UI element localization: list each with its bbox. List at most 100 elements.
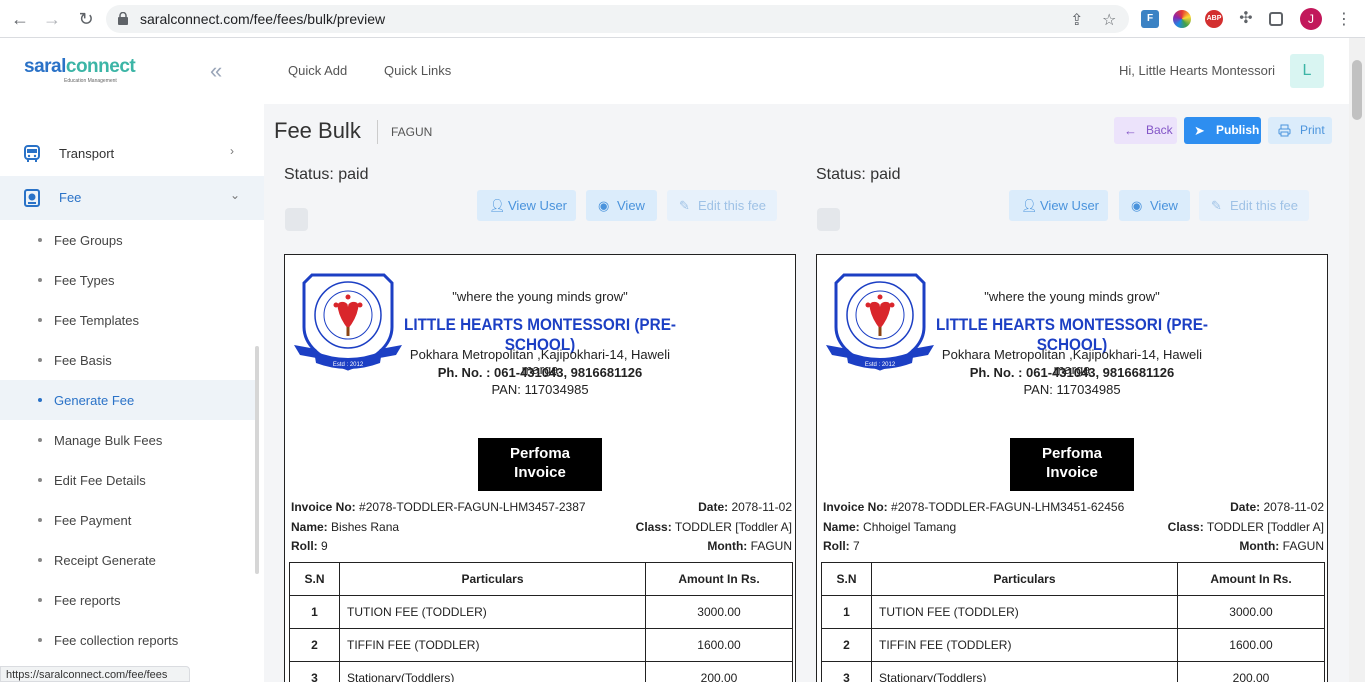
- collapse-sidebar-icon[interactable]: «: [210, 58, 222, 84]
- student-name: Name: Chhoigel Tamang: [823, 520, 957, 534]
- invoice-month: Month: FAGUN: [1239, 539, 1324, 553]
- extension-icon[interactable]: F: [1141, 10, 1159, 28]
- top-navbar: Quick Add Quick Links Hi, Little Hearts …: [264, 38, 1349, 104]
- school-seal-logo: Estd : 2012: [294, 273, 402, 371]
- school-phone: Ph. No. : 061-431043, 9816681126: [437, 365, 643, 380]
- bullet-dot: [38, 398, 42, 402]
- sidebar-item-fee-payment[interactable]: Fee Payment: [0, 500, 258, 540]
- arrow-left-icon: ←: [1124, 123, 1137, 138]
- bullet-dot: [38, 518, 42, 522]
- eye-icon: ◉: [1131, 198, 1143, 213]
- eye-icon: ◉: [598, 198, 610, 213]
- print-button[interactable]: Print: [1268, 117, 1332, 144]
- printer-icon: [1278, 124, 1291, 137]
- back-arrow-icon[interactable]: ←: [10, 9, 30, 29]
- chevron-right-icon: ›: [230, 144, 234, 158]
- school-motto: "where the young minds grow": [452, 289, 628, 304]
- sidebar-item-fee-collection-reports[interactable]: Fee collection reports: [0, 620, 258, 660]
- table-row: 3 Stationary(Toddlers) 200.00: [821, 661, 1325, 682]
- page-header: Fee Bulk FAGUN ← Back ➤ Publish Print: [264, 104, 1349, 156]
- browser-toolbar: ← → ↻ saralconnect.com/fee/fees/bulk/pre…: [0, 0, 1365, 38]
- invoice-number: Invoice No: #2078-TODDLER-FAGUN-LHM3451-…: [823, 500, 1125, 514]
- sidebar-scrollbar[interactable]: [255, 346, 259, 574]
- svg-text:Estd : 2012: Estd : 2012: [333, 362, 364, 368]
- pencil-icon: ✎: [679, 198, 690, 213]
- student-name: Name: Bishes Rana: [291, 520, 400, 534]
- school-seal-logo: Estd : 2012: [826, 273, 934, 371]
- lock-icon: [118, 12, 128, 25]
- sidebar-item-generate-fee[interactable]: Generate Fee: [0, 380, 258, 420]
- user-avatar[interactable]: L: [1290, 54, 1324, 88]
- invoice-number: Invoice No: #2078-TODDLER-FAGUN-LHM3457-…: [291, 500, 586, 514]
- school-pan: PAN: 117034985: [1023, 382, 1121, 397]
- sidebar-item-fee-reports[interactable]: Fee reports: [0, 580, 258, 620]
- user-icon: 👤︎: [489, 198, 506, 213]
- view-button[interactable]: ◉ View: [586, 190, 657, 221]
- view-user-button[interactable]: 👤︎ View User: [1009, 190, 1108, 221]
- fee-table: S.N Particulars Amount In Rs. 1 TUTION FE…: [289, 562, 793, 682]
- status-label: Status: paid: [284, 166, 369, 183]
- sidebar-item-fee-types[interactable]: Fee Types: [0, 260, 258, 300]
- back-button[interactable]: ← Back: [1114, 117, 1177, 144]
- bookmark-star-icon[interactable]: ☆: [1102, 10, 1116, 30]
- table-row: 3 Stationary(Toddlers) 200.00: [289, 661, 793, 682]
- url-text: saralconnect.com/fee/fees/bulk/preview: [140, 11, 386, 27]
- table-row: 2 TIFFIN FEE (TODDLER) 1600.00: [289, 628, 793, 662]
- sidebar-item-fee-groups[interactable]: Fee Groups: [0, 220, 258, 260]
- logo-subtitle: Education Management: [64, 78, 117, 84]
- sidebar-item-manage-bulk-fees[interactable]: Manage Bulk Fees: [0, 420, 258, 460]
- student-roll: Roll: 9: [291, 539, 328, 553]
- status-label: Status: paid: [816, 166, 901, 183]
- table-row: 1 TUTION FEE (TODDLER) 3000.00: [821, 595, 1325, 629]
- sidebar-item-edit-fee-details[interactable]: Edit Fee Details: [0, 460, 258, 500]
- page-subtitle: FAGUN: [391, 125, 433, 139]
- invoice-document: Estd : 2012 "where the young minds grow"…: [816, 254, 1328, 682]
- profile-avatar[interactable]: J: [1300, 8, 1322, 30]
- forward-arrow-icon[interactable]: →: [42, 9, 62, 29]
- quick-links-link[interactable]: Quick Links: [384, 63, 451, 78]
- sidebar-item-fee[interactable]: Fee ⌄: [0, 176, 264, 220]
- publish-button[interactable]: ➤ Publish: [1184, 117, 1261, 144]
- puzzle-extensions-icon[interactable]: ✣: [1237, 10, 1255, 28]
- pencil-icon: ✎: [1211, 198, 1222, 213]
- reload-icon[interactable]: ↻: [76, 9, 96, 29]
- adblock-icon[interactable]: ABP: [1205, 10, 1223, 28]
- invoice-month: Month: FAGUN: [707, 539, 792, 553]
- more-menu-icon[interactable]: ⋮: [1336, 9, 1352, 29]
- school-phone: Ph. No. : 061-431043, 9816681126: [969, 365, 1175, 380]
- bullet-dot: [38, 318, 42, 322]
- edit-fee-button[interactable]: ✎ Edit this fee: [1199, 190, 1309, 221]
- select-checkbox[interactable]: [817, 208, 840, 231]
- scrollbar-thumb[interactable]: [1352, 60, 1362, 120]
- bullet-dot: [38, 638, 42, 642]
- sidebar-item-transport[interactable]: Transport ›: [0, 132, 264, 176]
- sidebar-item-receipt-generate[interactable]: Receipt Generate: [0, 540, 258, 580]
- logo[interactable]: saralconnect: [24, 56, 136, 78]
- invoice-date: Date: 2078-11-02: [1230, 500, 1324, 514]
- perfoma-invoice-badge: Perfoma Invoice: [478, 438, 602, 491]
- school-pan: PAN: 117034985: [491, 382, 589, 397]
- side-panel-icon[interactable]: [1269, 12, 1283, 26]
- share-icon[interactable]: ⇪: [1070, 10, 1083, 30]
- main-scrollbar[interactable]: [1349, 38, 1365, 682]
- bullet-dot: [38, 598, 42, 602]
- sidebar-item-fee-basis[interactable]: Fee Basis: [0, 340, 258, 380]
- table-header-row: S.N Particulars Amount In Rs.: [821, 562, 1325, 596]
- table-row: 2 TIFFIN FEE (TODDLER) 1600.00: [821, 628, 1325, 662]
- sidebar-item-fee-templates[interactable]: Fee Templates: [0, 300, 258, 340]
- quick-add-link[interactable]: Quick Add: [288, 63, 347, 78]
- fee-icon: [24, 189, 40, 207]
- view-user-button[interactable]: 👤︎ View User: [477, 190, 576, 221]
- bullet-dot: [38, 278, 42, 282]
- view-button[interactable]: ◉ View: [1119, 190, 1190, 221]
- select-checkbox[interactable]: [285, 208, 308, 231]
- student-class: Class: TODDLER [Toddler A]: [1167, 520, 1324, 534]
- user-icon: 👤︎: [1021, 198, 1038, 213]
- invoice-card: Status: paid 👤︎ View User ◉ View ✎ Edit thi…: [284, 156, 816, 682]
- address-bar[interactable]: saralconnect.com/fee/fees/bulk/preview ⇪…: [106, 5, 1129, 33]
- bus-icon: [24, 145, 40, 162]
- edit-fee-button[interactable]: ✎ Edit this fee: [667, 190, 777, 221]
- link-status-bar: https://saralconnect.com/fee/fees: [0, 666, 190, 682]
- bullet-dot: [38, 558, 42, 562]
- color-wheel-extension-icon[interactable]: [1173, 10, 1191, 28]
